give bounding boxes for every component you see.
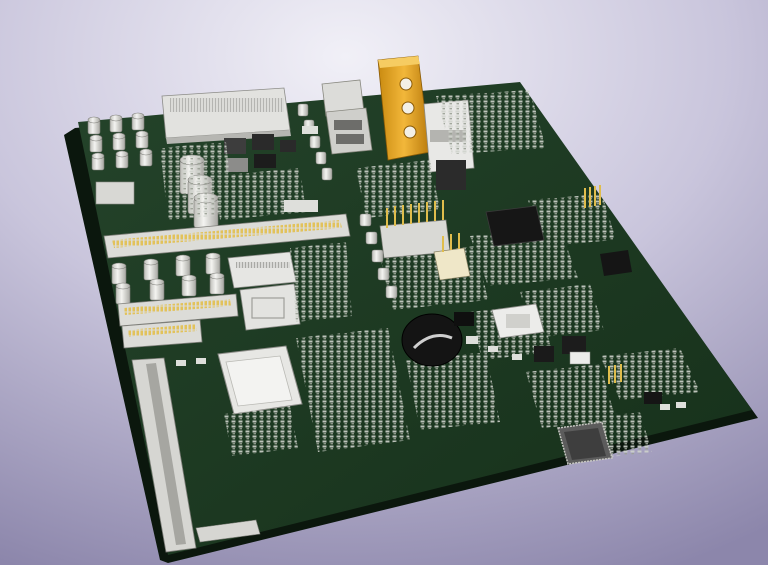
white-module	[491, 303, 545, 339]
pcb-render-scene	[0, 0, 768, 565]
